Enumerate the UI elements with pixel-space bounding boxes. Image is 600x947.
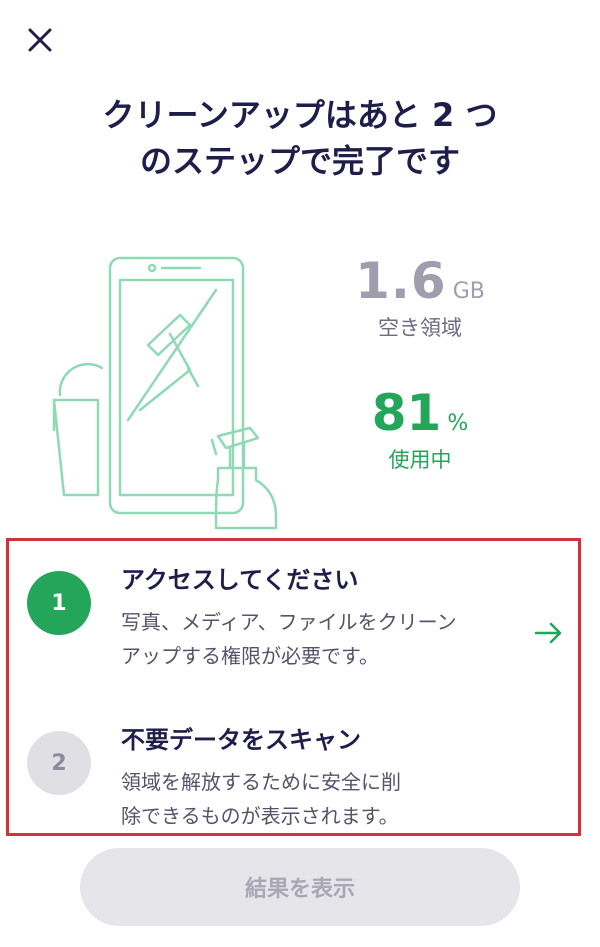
phone-cleaning-illustration xyxy=(52,256,278,530)
free-space-stat: 1.6 GB 空き領域 xyxy=(340,252,500,342)
step-number-badge: 1 xyxy=(27,571,91,635)
step-title: アクセスしてください xyxy=(121,566,359,594)
step-text: 不要データをスキャン 領域を解放するために安全に削 除できるものが表示されます。 xyxy=(121,723,521,833)
used-space-label: 使用中 xyxy=(388,448,452,472)
free-space-unit: GB xyxy=(452,279,485,304)
used-space-stat: 81% 使用中 xyxy=(340,384,500,474)
arrow-right-icon[interactable] xyxy=(534,621,564,645)
step-description-line2: 除できるものが表示されます。 xyxy=(121,804,399,828)
close-button[interactable] xyxy=(22,22,58,58)
storage-stats: 1.6 GB 空き領域 81% 使用中 xyxy=(340,252,500,474)
used-space-value: 81 xyxy=(371,384,442,442)
step-number-badge: 2 xyxy=(27,731,91,795)
steps-panel: 1 アクセスしてください 写真、メディア、ファイルをクリーン アップする権限が必… xyxy=(6,538,581,836)
step-title: 不要データをスキャン xyxy=(121,726,361,754)
close-icon xyxy=(28,28,52,52)
page-title: クリーンアップはあと 2 つ のステップで完了です xyxy=(0,92,600,184)
free-space-label: 空き領域 xyxy=(378,316,462,340)
page-title-line1: クリーンアップはあと 2 つ xyxy=(102,96,498,134)
step-description-line2: アップする権限が必要です。 xyxy=(121,644,379,668)
free-space-value: 1.6 xyxy=(355,252,447,310)
step-description-line1: 領域を解放するために安全に削 xyxy=(121,770,401,794)
step-description: 領域を解放するために安全に削 除できるものが表示されます。 xyxy=(121,765,521,833)
step-description: 写真、メディア、ファイルをクリーン アップする権限が必要です。 xyxy=(121,605,521,673)
page-title-line2: のステップで完了です xyxy=(139,142,460,180)
used-space-unit: % xyxy=(447,411,469,436)
step-text: アクセスしてください 写真、メディア、ファイルをクリーン アップする権限が必要で… xyxy=(121,563,521,673)
step-description-line1: 写真、メディア、ファイルをクリーン xyxy=(121,610,457,634)
show-results-button[interactable]: 結果を表示 xyxy=(80,848,520,926)
